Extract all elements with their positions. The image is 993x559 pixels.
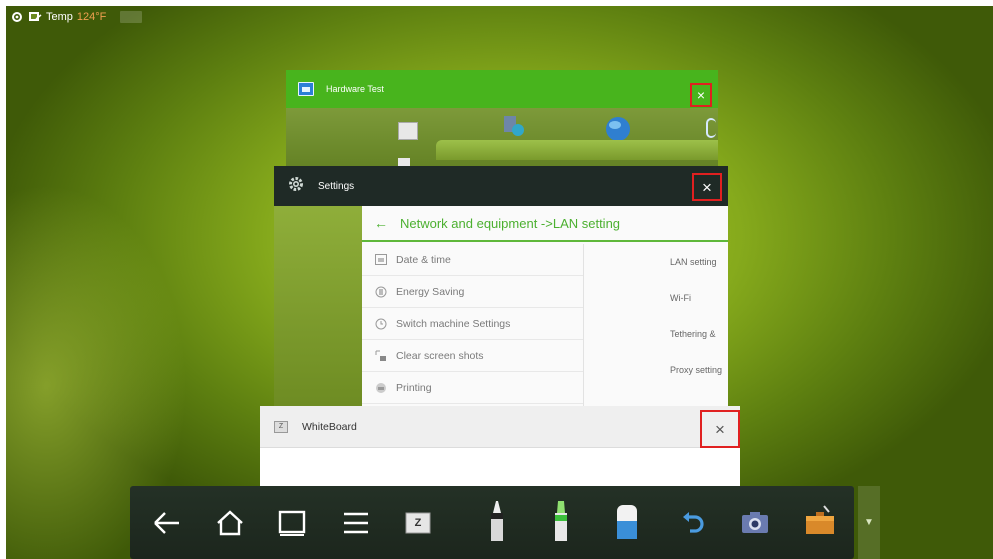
menu-item-label: Date & time — [396, 253, 451, 266]
menu-icon[interactable] — [340, 508, 372, 538]
bottom-dock: Z — [130, 486, 854, 559]
detail-item-wifi[interactable]: Wi-Fi — [584, 280, 728, 316]
menu-item-label: Energy Saving — [396, 285, 465, 298]
whiteboard-icon-text: Z — [414, 517, 422, 529]
menu-item-date-time[interactable]: Date & time — [362, 244, 583, 276]
recent-apps-icon[interactable] — [276, 508, 308, 538]
close-icon: × — [702, 177, 712, 197]
whiteboard-title: WhiteBoard — [302, 420, 357, 433]
eraser-icon[interactable] — [612, 500, 642, 544]
undo-icon[interactable] — [678, 506, 708, 538]
highlighter-green-icon[interactable] — [546, 498, 576, 544]
close-icon: × — [715, 419, 725, 439]
temperature-value: 124°F — [76, 11, 107, 23]
whiteboard-icon[interactable]: Z — [402, 508, 434, 538]
whiteboard-app-icon — [398, 122, 418, 140]
menu-item-energy-saving[interactable]: Energy Saving — [362, 276, 583, 308]
status-mini-tab[interactable] — [120, 11, 143, 23]
browser-app-icon — [602, 114, 634, 141]
printer-icon — [374, 382, 388, 394]
whiteboard-app-icon: Z — [274, 420, 288, 433]
screenshot-icon — [374, 350, 388, 362]
detail-item-lan-setting[interactable]: LAN setting — [584, 244, 728, 280]
people-app-icon — [500, 114, 526, 138]
detail-item-tethering[interactable]: Tethering & — [584, 316, 728, 352]
partial-app-icon — [706, 118, 716, 138]
desktop-preview-strip — [436, 140, 718, 160]
settings-gear-icon — [288, 176, 304, 197]
hardware-test-close-button[interactable]: × — [690, 83, 712, 107]
toolbox-icon[interactable] — [802, 502, 838, 538]
close-icon: × — [696, 87, 706, 103]
detail-item-proxy[interactable]: Proxy setting — [584, 352, 728, 388]
hardware-test-app-icon — [298, 82, 314, 96]
menu-item-label: Printing — [396, 381, 432, 394]
back-arrow-icon[interactable] — [152, 508, 182, 538]
menu-item-label: Clear screen shots — [396, 349, 484, 362]
calendar-icon — [374, 254, 388, 266]
settings-menu-list: Date & time Energy Saving Switch machine… — [362, 244, 584, 411]
hardware-test-title: Hardware Test — [326, 84, 384, 94]
status-bar: Temp 124°F — [6, 6, 143, 28]
settings-side-panel — [274, 206, 362, 411]
settings-header[interactable]: Settings × — [274, 166, 728, 206]
breadcrumb: ← Network and equipment ->LAN setting — [362, 206, 728, 242]
settings-title: Settings — [318, 180, 355, 192]
settings-detail-list: LAN setting Wi-Fi Tethering & Proxy sett… — [584, 244, 728, 411]
settings-close-button[interactable]: × — [692, 173, 722, 201]
whiteboard-header[interactable]: Z WhiteBoard — [260, 406, 740, 448]
temperature-label: Temp — [46, 11, 73, 23]
breadcrumb-text: Network and equipment ->LAN setting — [400, 215, 621, 231]
settings-content: ← Network and equipment ->LAN setting Da… — [362, 206, 728, 411]
energy-icon — [374, 286, 388, 298]
home-icon[interactable] — [214, 508, 246, 538]
menu-item-printing[interactable]: Printing — [362, 372, 583, 404]
camera-icon[interactable] — [738, 506, 772, 538]
clock-icon — [374, 318, 388, 330]
whiteboard-close-button[interactable]: × — [700, 410, 740, 448]
pen-black-icon[interactable] — [482, 498, 512, 544]
menu-item-switch-machine[interactable]: Switch machine Settings — [362, 308, 583, 340]
hardware-test-window[interactable]: Hardware Test × — [286, 70, 718, 180]
back-arrow-icon[interactable]: ← — [374, 215, 388, 231]
dock-expand-button[interactable]: ▼ — [858, 486, 880, 559]
settings-gear-icon[interactable] — [10, 11, 24, 23]
menu-item-clear-screen-shots[interactable]: Clear screen shots — [362, 340, 583, 372]
chevron-down-icon: ▼ — [864, 517, 874, 528]
hardware-test-header[interactable]: Hardware Test — [286, 70, 718, 108]
desktop-screen: Temp 124°F Hardware Test × Settings × ← … — [6, 6, 993, 559]
settings-window[interactable]: Settings × ← Network and equipment ->LAN… — [274, 166, 728, 411]
screen-icon[interactable] — [28, 11, 42, 23]
menu-item-label: Switch machine Settings — [396, 317, 511, 330]
